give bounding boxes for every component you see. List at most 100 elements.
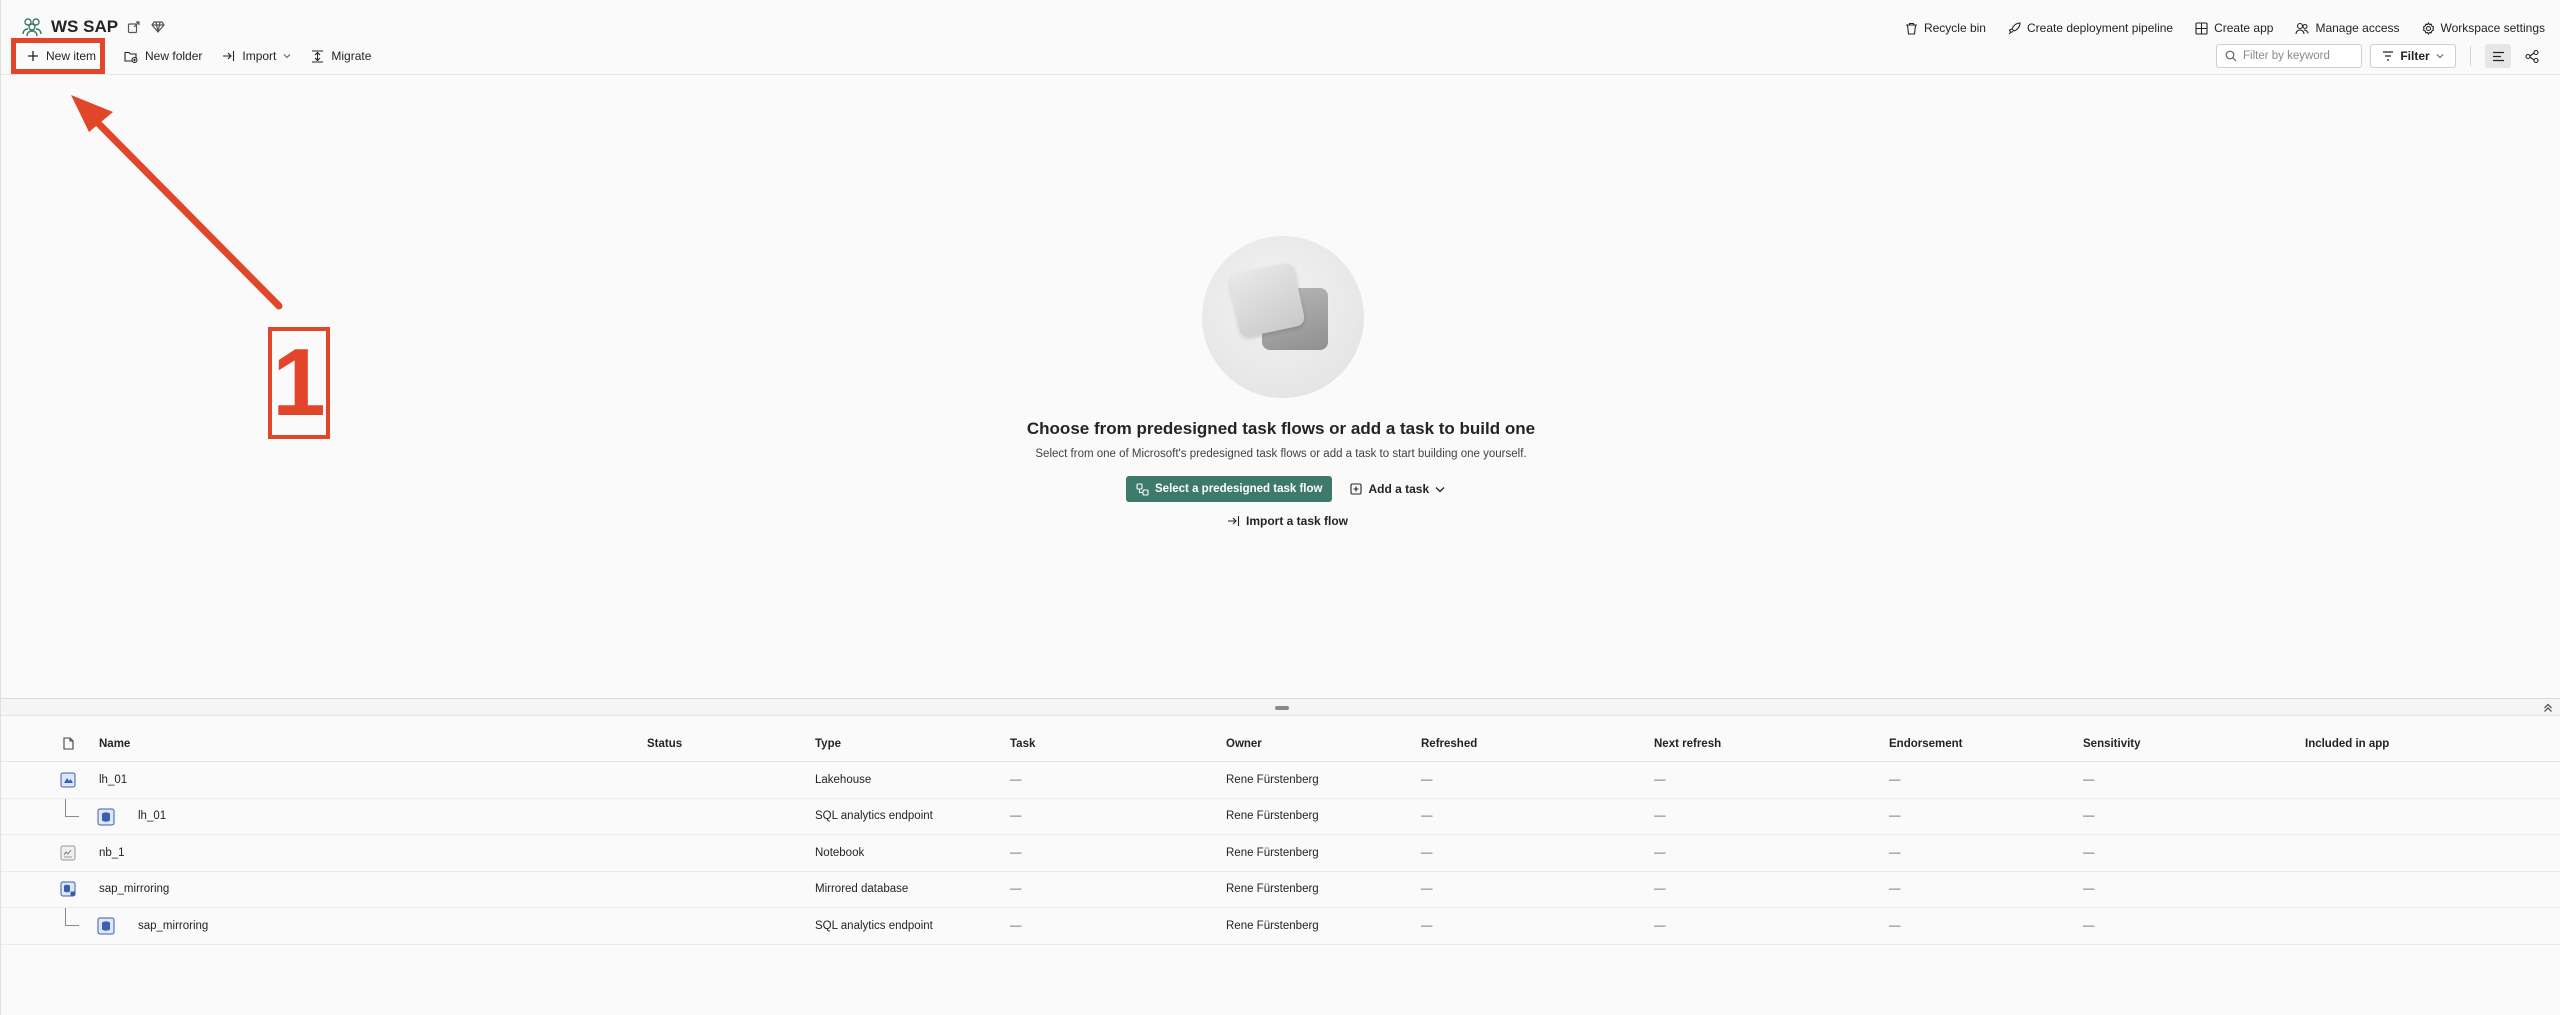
migrate-label: Migrate (331, 49, 372, 63)
create-app-label: Create app (2214, 21, 2274, 35)
item-task: — (1010, 773, 1022, 786)
item-refreshed: — (1421, 773, 1433, 786)
new-item-label: New item (46, 49, 97, 63)
item-endorsement: — (1889, 810, 1901, 823)
task-flow-icon (1136, 482, 1149, 496)
manage-access-button[interactable]: Manage access (2295, 21, 2400, 35)
item-sensitivity: — (2083, 846, 2095, 859)
import-button[interactable]: Import (212, 42, 301, 70)
file-type-icon (58, 726, 78, 761)
item-name[interactable]: lh_01 (99, 762, 127, 798)
chevron-down-icon (1435, 486, 1445, 492)
item-endorsement: — (1889, 883, 1901, 896)
item-sensitivity: — (2083, 773, 2095, 786)
item-endorsement: — (1889, 919, 1901, 932)
workspace-settings-button[interactable]: Workspace settings (2422, 21, 2546, 35)
column-refreshed[interactable]: Refreshed (1421, 726, 1477, 761)
item-sensitivity: — (2083, 883, 2095, 896)
migrate-icon (312, 49, 324, 63)
item-refreshed: — (1421, 810, 1433, 823)
new-item-button[interactable]: New item (15, 42, 106, 70)
chevron-down-icon (284, 54, 291, 59)
column-endorsement[interactable]: Endorsement (1889, 726, 1963, 761)
workspace-settings-label: Workspace settings (2440, 21, 2546, 35)
annotation-step-box: 1 (268, 327, 330, 439)
item-name[interactable]: nb_1 (99, 835, 125, 871)
item-endorsement: — (1889, 773, 1901, 786)
pane-splitter[interactable] (1, 698, 2560, 716)
item-type: Lakehouse (815, 773, 872, 786)
empty-state-illustration (1202, 236, 1364, 398)
table-header: Name Status Type Task Owner Refreshed Ne… (1, 726, 2560, 762)
column-type[interactable]: Type (815, 726, 841, 761)
diamond-icon[interactable] (150, 19, 166, 35)
item-refreshed: — (1421, 846, 1433, 859)
app-grid-icon (2195, 21, 2208, 35)
item-type: SQL analytics endpoint (815, 919, 933, 932)
search-box[interactable] (2216, 44, 2362, 68)
item-next-refresh: — (1654, 846, 1666, 859)
table-row[interactable]: sap_mirroring Mirrored database — Rene F… (1, 872, 2560, 908)
lakehouse-icon (58, 762, 78, 798)
table-row[interactable]: lh_01 Lakehouse — Rene Fürstenberg — — —… (1, 762, 2560, 799)
workspace-actions: Recycle bin Create deployment pipeline C… (1905, 17, 2545, 39)
recycle-bin-label: Recycle bin (1923, 21, 1986, 35)
lineage-view-button[interactable] (2519, 44, 2545, 68)
notebook-icon (58, 835, 78, 871)
item-task: — (1010, 919, 1022, 932)
select-task-flow-button[interactable]: Select a predesigned task flow (1126, 476, 1333, 502)
create-pipeline-label: Create deployment pipeline (2026, 21, 2174, 35)
column-status[interactable]: Status (647, 726, 682, 761)
item-name[interactable]: sap_mirroring (138, 908, 208, 944)
migrate-button[interactable]: Migrate (301, 42, 381, 70)
list-view-button[interactable] (2485, 44, 2511, 68)
new-folder-button[interactable]: New folder (114, 42, 212, 70)
table-row[interactable]: nb_1 Notebook — Rene Fürstenberg — — — — (1, 835, 2560, 872)
column-task[interactable]: Task (1010, 726, 1035, 761)
column-next-refresh[interactable]: Next refresh (1654, 726, 1721, 761)
workspace-header: WS SAP New item New folder Import Migrat… (1, 0, 2560, 75)
share-icon[interactable] (126, 19, 142, 35)
item-name[interactable]: lh_01 (138, 799, 166, 835)
recycle-bin-icon (1905, 22, 1917, 35)
table-row-child[interactable]: lh_01 SQL analytics endpoint — Rene Fürs… (1, 798, 2560, 835)
select-task-flow-label: Select a predesigned task flow (1155, 483, 1323, 495)
filter-button[interactable]: Filter (2370, 44, 2456, 68)
item-name[interactable]: sap_mirroring (99, 872, 169, 908)
item-owner: Rene Fürstenberg (1226, 919, 1319, 932)
recycle-bin-button[interactable]: Recycle bin (1905, 21, 1986, 35)
empty-state-subtitle: Select from one of Microsoft's predesign… (1035, 448, 1527, 460)
column-included-in-app[interactable]: Included in app (2305, 726, 2389, 761)
add-task-button[interactable]: Add a task (1350, 482, 1445, 496)
search-icon (2225, 50, 2237, 62)
column-owner[interactable]: Owner (1226, 726, 1262, 761)
workspace-people-icon (21, 16, 43, 38)
items-table: Name Status Type Task Owner Refreshed Ne… (1, 726, 2560, 945)
column-sensitivity[interactable]: Sensitivity (2083, 726, 2141, 761)
workspace-name: WS SAP (51, 17, 119, 36)
create-deployment-pipeline-button[interactable]: Create deployment pipeline (2008, 21, 2173, 35)
filter-icon (2383, 51, 2394, 61)
table-row-child[interactable]: sap_mirroring SQL analytics endpoint — R… (1, 908, 2560, 945)
folder-add-icon (124, 51, 138, 63)
import-icon (223, 51, 235, 61)
collapse-pane-button[interactable] (2541, 701, 2555, 715)
item-owner: Rene Fürstenberg (1226, 773, 1319, 786)
splitter-handle[interactable] (1275, 706, 1289, 710)
import-task-flow-link[interactable]: Import a task flow (1227, 514, 1348, 528)
item-owner: Rene Fürstenberg (1226, 846, 1319, 859)
item-endorsement: — (1889, 846, 1901, 859)
item-next-refresh: — (1654, 919, 1666, 932)
search-input[interactable] (2243, 50, 2353, 62)
list-view-icon (2492, 51, 2504, 61)
filter-row: Filter (2216, 42, 2545, 70)
empty-state-title: Choose from predesigned task flows or ad… (1026, 419, 1536, 438)
item-owner: Rene Fürstenberg (1226, 883, 1319, 896)
item-type: SQL analytics endpoint (815, 810, 933, 823)
double-chevron-up-icon (2544, 703, 2552, 712)
task-flow-canvas: Choose from predesigned task flows or ad… (1, 76, 2560, 698)
create-app-button[interactable]: Create app (2195, 21, 2273, 35)
empty-state-actions: Select a predesigned task flow Add a tas… (1126, 476, 1445, 502)
add-box-icon (1350, 483, 1363, 495)
column-name[interactable]: Name (99, 726, 130, 761)
